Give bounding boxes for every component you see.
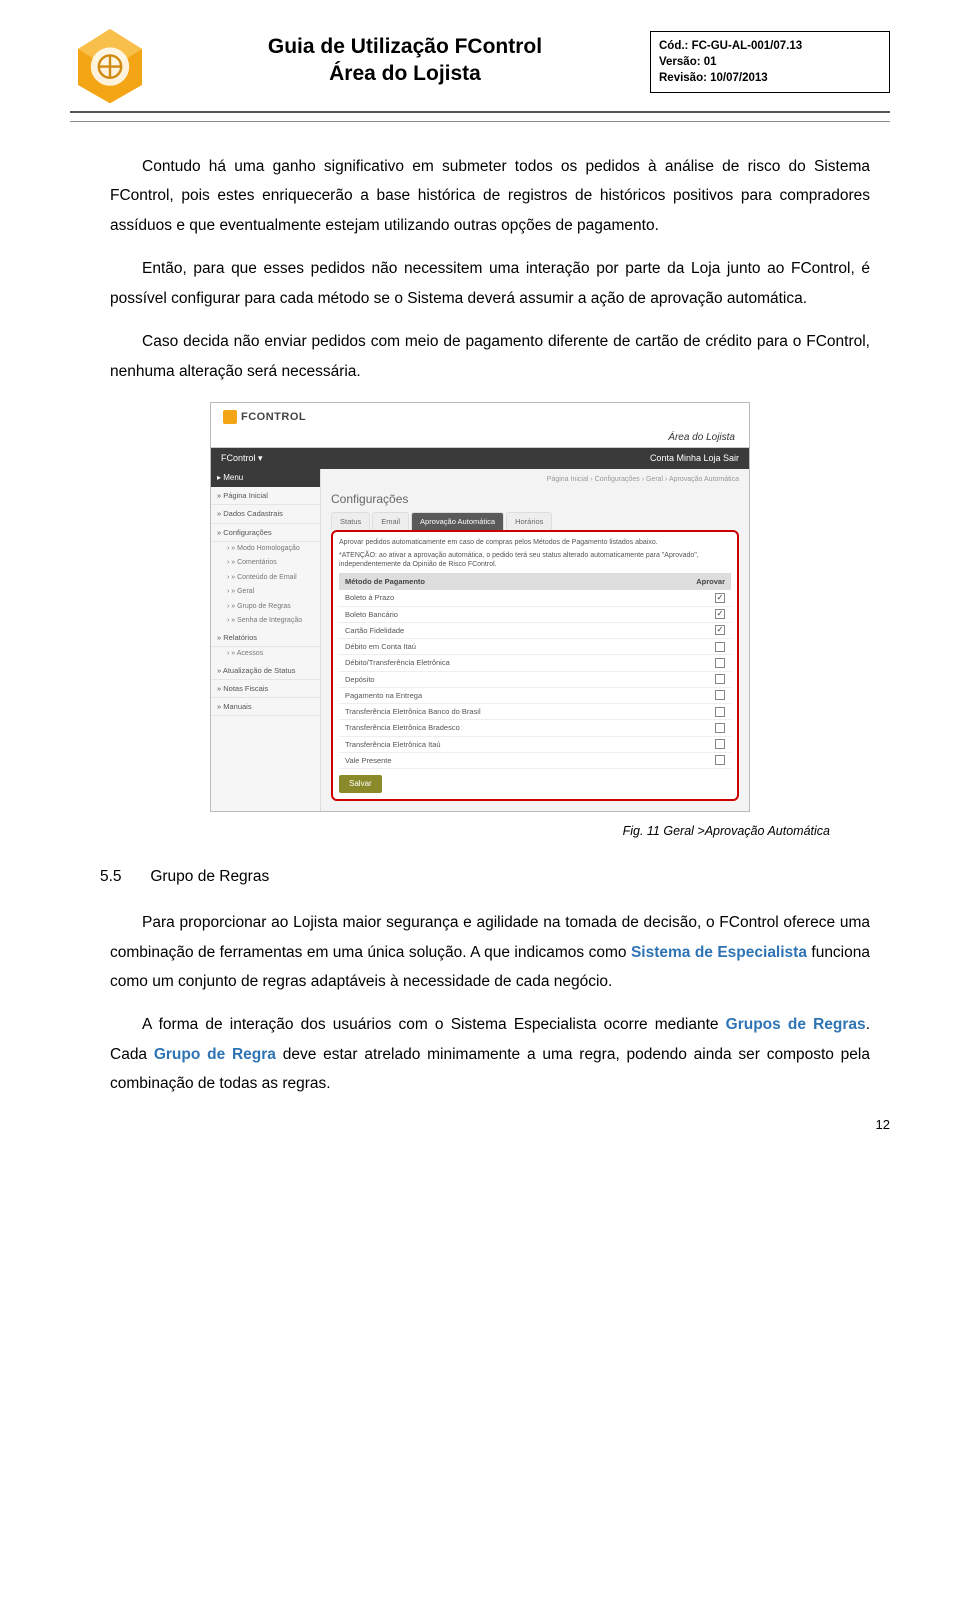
meta-versao: Versão: 01 bbox=[659, 54, 881, 70]
approve-checkbox[interactable] bbox=[715, 755, 725, 765]
method-cell: Transferência Eletrônica Banco do Brasil bbox=[345, 706, 715, 717]
sidebar-subitem[interactable]: › » Comentários bbox=[211, 556, 320, 571]
paragraph-5: A forma de interação dos usuários com o … bbox=[110, 1010, 870, 1098]
method-cell: Boleto Bancário bbox=[345, 609, 715, 620]
sidebar-subitem[interactable]: › » Grupo de Regras bbox=[211, 600, 320, 615]
table-row: Depósito bbox=[339, 672, 731, 688]
sidebar-subitem[interactable]: › » Acessos bbox=[211, 647, 320, 662]
th-method: Método de Pagamento bbox=[345, 576, 696, 587]
method-cell: Débito/Transferência Eletrônica bbox=[345, 657, 715, 668]
ss-area-label: Área do Lojista bbox=[211, 430, 749, 448]
paragraph-3: Caso decida não enviar pedidos com meio … bbox=[110, 327, 870, 386]
approve-checkbox[interactable] bbox=[715, 609, 725, 619]
sidebar-item[interactable]: » Configurações bbox=[211, 524, 320, 542]
approve-checkbox[interactable] bbox=[715, 739, 725, 749]
th-approve: Aprovar bbox=[696, 576, 725, 587]
table-row: Vale Presente bbox=[339, 753, 731, 769]
section-title: Grupo de Regras bbox=[150, 868, 269, 885]
table-row: Cartão Fidelidade bbox=[339, 623, 731, 639]
method-cell: Cartão Fidelidade bbox=[345, 625, 715, 636]
table-row: Débito em Conta Itaú bbox=[339, 639, 731, 655]
method-cell: Vale Presente bbox=[345, 755, 715, 766]
ss-sidebar: ▸ Menu » Página Inicial » Dados Cadastra… bbox=[211, 469, 321, 811]
ss-bar-left[interactable]: FControl ▾ bbox=[221, 452, 263, 466]
highlight-grupos-regras: Grupos de Regras bbox=[726, 1016, 866, 1033]
tab-horarios[interactable]: Horários bbox=[506, 512, 552, 530]
method-cell: Transferência Eletrônica Bradesco bbox=[345, 722, 715, 733]
embedded-screenshot: FCONTROL Área do Lojista FControl ▾ Cont… bbox=[210, 402, 750, 812]
header-divider bbox=[70, 121, 890, 122]
highlight-grupo-regra: Grupo de Regra bbox=[154, 1046, 276, 1063]
sidebar-item[interactable]: » Notas Fiscais bbox=[211, 680, 320, 698]
approve-checkbox[interactable] bbox=[715, 593, 725, 603]
paragraph-1: Contudo há uma ganho significativo em su… bbox=[110, 152, 870, 240]
paragraph-2: Então, para que esses pedidos não necess… bbox=[110, 254, 870, 313]
sidebar-subitem[interactable]: › » Modo Homologação bbox=[211, 542, 320, 557]
page-header: Guia de Utilização FControl Área do Loji… bbox=[70, 25, 890, 113]
highlight-sistema-especialista: Sistema de Especialista bbox=[631, 944, 807, 961]
approve-checkbox[interactable] bbox=[715, 642, 725, 652]
method-cell: Pagamento na Entrega bbox=[345, 690, 715, 701]
sidebar-item[interactable]: » Manuais bbox=[211, 698, 320, 716]
ss-logo-icon bbox=[223, 410, 237, 424]
body-text: Contudo há uma ganho significativo em su… bbox=[70, 152, 890, 386]
ss-breadcrumb: Página Inicial › Configurações › Geral ›… bbox=[331, 475, 739, 486]
ss-main-title: Configurações bbox=[331, 490, 739, 508]
title-line-1: Guia de Utilização FControl bbox=[268, 35, 542, 58]
table-row: Transferência Eletrônica Itaú bbox=[339, 737, 731, 753]
sidebar-item[interactable]: » Atualização de Status bbox=[211, 662, 320, 680]
meta-revisao: Revisão: 10/07/2013 bbox=[659, 70, 881, 86]
fcontrol-logo-icon bbox=[70, 25, 150, 105]
ss-tabs: Status Email Aprovação Automática Horári… bbox=[331, 512, 739, 530]
section-heading: 5.5 Grupo de Regras bbox=[100, 865, 890, 888]
table-row: Transferência Eletrônica Bradesco bbox=[339, 720, 731, 736]
doc-title: Guia de Utilização FControl Área do Loji… bbox=[160, 25, 650, 88]
ss-note-1: Aprovar pedidos automaticamente em caso … bbox=[339, 538, 731, 547]
sidebar-subitem[interactable]: › » Conteúdo de Email bbox=[211, 571, 320, 586]
title-line-2: Área do Lojista bbox=[329, 62, 481, 85]
approve-checkbox[interactable] bbox=[715, 707, 725, 717]
ss-note-2: *ATENÇÃO: ao ativar a aprovação automáti… bbox=[339, 551, 731, 569]
sidebar-subitem[interactable]: › » Geral bbox=[211, 585, 320, 600]
section-number: 5.5 bbox=[100, 865, 146, 888]
doc-meta-box: Cód.: FC-GU-AL-001/07.13 Versão: 01 Revi… bbox=[650, 31, 890, 93]
table-row: Boleto Bancário bbox=[339, 607, 731, 623]
tab-email[interactable]: Email bbox=[372, 512, 409, 530]
paragraph-4: Para proporcionar ao Lojista maior segur… bbox=[110, 908, 870, 996]
tab-status[interactable]: Status bbox=[331, 512, 370, 530]
approve-checkbox[interactable] bbox=[715, 674, 725, 684]
approve-checkbox[interactable] bbox=[715, 690, 725, 700]
approve-checkbox[interactable] bbox=[715, 723, 725, 733]
save-button[interactable]: Salvar bbox=[339, 775, 382, 793]
meta-cod: Cód.: FC-GU-AL-001/07.13 bbox=[659, 38, 881, 54]
table-row: Transferência Eletrônica Banco do Brasil bbox=[339, 704, 731, 720]
page-number: 12 bbox=[876, 1115, 890, 1135]
figure-caption: Fig. 11 Geral >Aprovação Automática bbox=[70, 822, 830, 841]
table-row: Débito/Transferência Eletrônica bbox=[339, 655, 731, 671]
ss-bar-right[interactable]: Conta Minha Loja Sair bbox=[650, 452, 739, 466]
method-cell: Depósito bbox=[345, 674, 715, 685]
table-row: Pagamento na Entrega bbox=[339, 688, 731, 704]
approve-checkbox[interactable] bbox=[715, 625, 725, 635]
sidebar-item[interactable]: » Dados Cadastrais bbox=[211, 505, 320, 523]
method-cell: Boleto à Prazo bbox=[345, 592, 715, 603]
table-row: Boleto à Prazo bbox=[339, 590, 731, 606]
sidebar-item[interactable]: » Relatórios bbox=[211, 629, 320, 647]
sidebar-subitem[interactable]: › » Senha de Integração bbox=[211, 614, 320, 629]
ss-highlight-panel: Aprovar pedidos automaticamente em caso … bbox=[331, 530, 739, 801]
approve-checkbox[interactable] bbox=[715, 658, 725, 668]
ss-brand: FCONTROL bbox=[241, 409, 306, 426]
sidebar-item[interactable]: » Página Inicial bbox=[211, 487, 320, 505]
tab-aprovacao[interactable]: Aprovação Automática bbox=[411, 512, 504, 530]
method-cell: Transferência Eletrônica Itaú bbox=[345, 739, 715, 750]
ss-menu-header: ▸ Menu bbox=[211, 469, 320, 487]
method-cell: Débito em Conta Itaú bbox=[345, 641, 715, 652]
